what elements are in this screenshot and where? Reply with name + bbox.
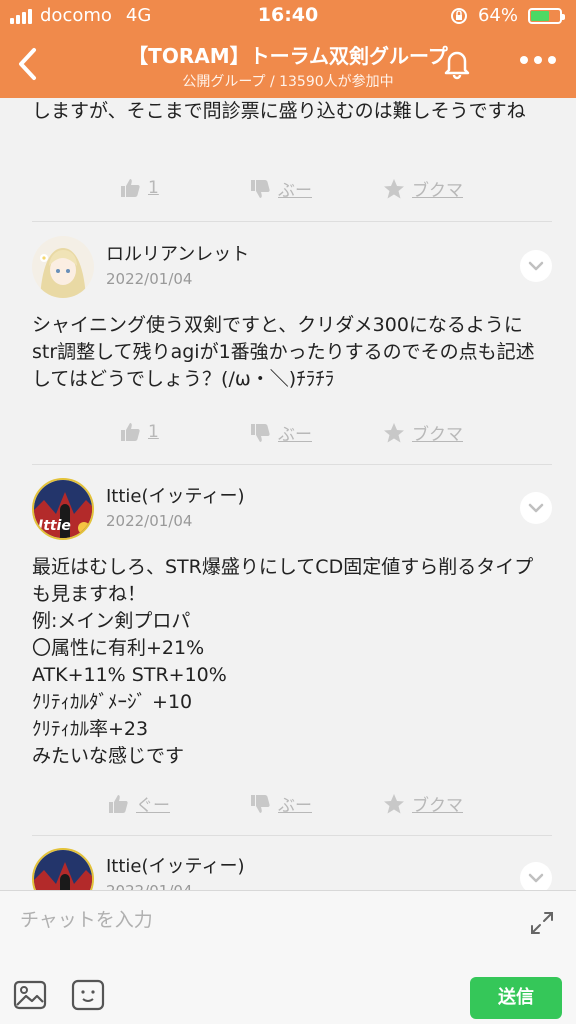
- message-header: ロルリアンレット 2022/01/04: [32, 236, 552, 306]
- header-title-block[interactable]: 【TORAM】トーラム双剣グループ 公開グループ / 13590人が参加中: [80, 40, 496, 91]
- chevron-down-icon[interactable]: [520, 862, 552, 890]
- app-header: docomo 4G 16:40 64% 【TORAM】トーラム双剣グループ 公開…: [0, 0, 576, 98]
- like-button[interactable]: 1: [118, 176, 159, 200]
- post-date: 2022/01/04: [106, 512, 193, 530]
- post-actions: ぐー ぶー ブクマ: [0, 791, 576, 831]
- post-text: 最近はむしろ、STR爆盛りにしてCD固定値すら削るタイプも見ますね！ 例:メイン…: [32, 556, 534, 767]
- dislike-label: ぶー: [278, 425, 312, 445]
- star-icon: [384, 793, 404, 813]
- chevron-down-icon[interactable]: [520, 250, 552, 282]
- chat-input[interactable]: チャットを入力: [20, 905, 153, 932]
- post-text: シャイニング使う双剣ですと、クリダメ300になるようにstr調整して残りagiが…: [32, 314, 535, 390]
- post-actions: 1 ぶー ブクマ: [0, 420, 576, 460]
- expand-icon[interactable]: [528, 909, 556, 937]
- dislike-button[interactable]: ぶー: [248, 176, 312, 201]
- group-title: 【TORAM】トーラム双剣グループ: [128, 44, 448, 68]
- divider: [32, 835, 552, 836]
- thumbs-down-icon: [251, 794, 270, 813]
- avatar[interactable]: [32, 236, 94, 298]
- like-button[interactable]: ぐー: [106, 791, 170, 816]
- chat-thread[interactable]: しますが、そこまで問診票に盛り込むのは難しそうですね 1 ぶー ブクマ ロルリア…: [0, 98, 576, 890]
- thumbs-up-icon: [109, 794, 128, 813]
- bookmark-button[interactable]: ブクマ: [382, 176, 463, 201]
- like-count: 1: [148, 178, 159, 198]
- sticker-icon[interactable]: [70, 977, 106, 1013]
- author-name: Ittie(イッティー): [106, 486, 245, 507]
- bell-icon[interactable]: [440, 46, 474, 80]
- thumbs-down-icon: [251, 423, 270, 442]
- bookmark-label: ブクマ: [412, 181, 463, 201]
- bookmark-button[interactable]: ブクマ: [382, 420, 463, 445]
- orientation-lock-icon: [450, 7, 467, 24]
- dislike-button[interactable]: ぶー: [248, 791, 312, 816]
- divider: [32, 464, 552, 465]
- message-header: Ittie Ittie(イッティー) 2022/01/04: [32, 478, 552, 548]
- group-subtitle: 公開グループ / 13590人が参加中: [182, 74, 394, 90]
- author-name: Ittie(イッティー): [106, 856, 245, 877]
- svg-text:Ittie: Ittie: [38, 518, 71, 534]
- dislike-button[interactable]: ぶー: [248, 420, 312, 445]
- like-button[interactable]: 1: [118, 420, 159, 444]
- battery-percent: 64%: [477, 5, 518, 26]
- chevron-down-icon[interactable]: [520, 492, 552, 524]
- more-menu-icon[interactable]: [520, 56, 556, 64]
- battery-icon: [528, 7, 565, 24]
- author-name: ロルリアンレット: [106, 244, 250, 265]
- star-icon: [384, 422, 404, 442]
- avatar[interactable]: Ittie: [32, 478, 94, 540]
- like-count: 1: [148, 422, 159, 442]
- post-text: しますが、そこまで問診票に盛り込むのは難しそうですね: [32, 100, 526, 122]
- dislike-label: ぶー: [278, 796, 312, 816]
- post-actions: 1 ぶー ブクマ: [0, 176, 576, 216]
- like-label: ぐー: [136, 796, 170, 816]
- image-icon[interactable]: [12, 977, 48, 1013]
- post-date: 2022/01/04: [106, 270, 193, 288]
- star-icon: [384, 178, 404, 198]
- avatar[interactable]: [32, 848, 94, 890]
- thumbs-down-icon: [251, 179, 270, 198]
- bookmark-button[interactable]: ブクマ: [382, 791, 463, 816]
- status-bar: docomo 4G 16:40 64%: [0, 0, 576, 32]
- dislike-label: ぶー: [278, 181, 312, 201]
- message-header: Ittie(イッティー) 2022/01/04: [32, 848, 552, 890]
- chat-composer: チャットを入力 送信: [0, 890, 576, 1024]
- thumbs-up-icon: [121, 179, 140, 197]
- bookmark-label: ブクマ: [412, 796, 463, 816]
- back-icon[interactable]: [14, 46, 44, 82]
- bookmark-label: ブクマ: [412, 425, 463, 445]
- send-button[interactable]: 送信: [470, 977, 562, 1019]
- thumbs-up-icon: [121, 423, 140, 441]
- divider: [32, 221, 552, 222]
- post-date: 2022/01/04: [106, 882, 192, 890]
